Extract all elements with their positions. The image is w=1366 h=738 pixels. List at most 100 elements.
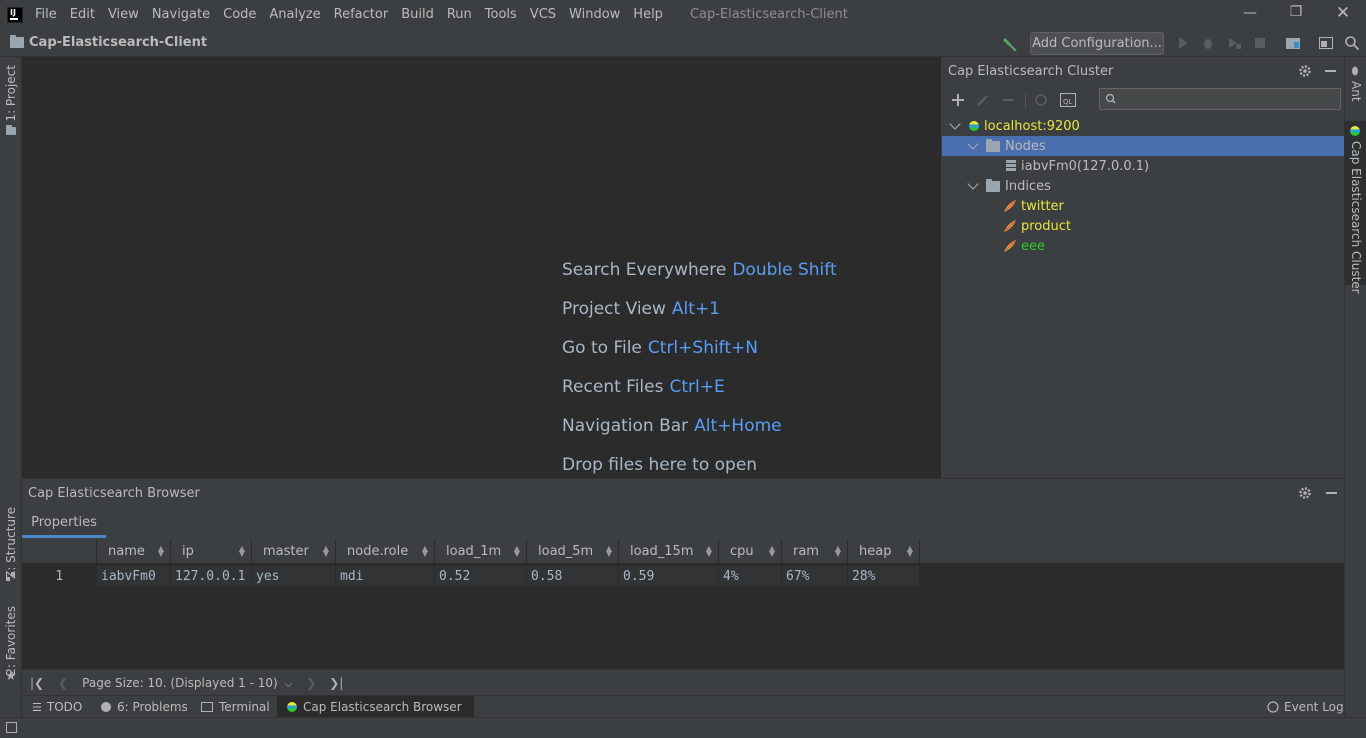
tree-nodes[interactable]: Nodes xyxy=(942,136,1344,156)
column-header-name[interactable]: name ▲ ▼ xyxy=(97,539,171,563)
table-cell[interactable]: yes xyxy=(252,566,336,586)
column-header-node-role[interactable]: node.role ▲ ▼ xyxy=(336,539,435,563)
column-header-heap[interactable]: heap ▲ ▼ xyxy=(848,539,920,563)
add-icon[interactable] xyxy=(951,93,965,107)
page-size-dropdown[interactable]: Page Size: 10. (Displayed 1 - 10) ⌵ xyxy=(82,676,292,690)
tab-cap-cluster-label: Cap Elasticsearch Cluster xyxy=(1349,141,1363,294)
tab-properties[interactable]: Properties xyxy=(22,509,106,538)
column-header-load-15m[interactable]: load_15m ▲ ▼ xyxy=(619,539,719,563)
table-cell[interactable]: 4% xyxy=(719,566,782,586)
column-header-cpu[interactable]: cpu ▲ ▼ xyxy=(719,539,782,563)
table-cell[interactable]: 0.52 xyxy=(435,566,527,586)
build-hammer-icon[interactable] xyxy=(1002,35,1018,51)
table-cell[interactable]: iabvFm0 xyxy=(97,566,171,586)
tab-ant[interactable]: Ant xyxy=(1349,81,1363,102)
editor-empty-area[interactable]: Search Everywhere Double Shift Project Vi… xyxy=(22,57,941,478)
table-cell[interactable]: 0.58 xyxy=(527,566,619,586)
tab-project[interactable]: 1: Project xyxy=(4,65,18,122)
menu-vcs[interactable]: VCS xyxy=(530,7,556,22)
table-cell[interactable]: 0.59 xyxy=(619,566,719,586)
run-icon[interactable] xyxy=(1175,35,1191,51)
remove-icon[interactable] xyxy=(1003,99,1014,101)
menu-file[interactable]: File xyxy=(35,7,57,22)
menu-run[interactable]: Run xyxy=(447,7,472,22)
tree-indices[interactable]: Indices xyxy=(942,176,1344,196)
tool-tab-label: 6: Problems xyxy=(117,700,188,714)
tool-tab-terminal[interactable]: Terminal xyxy=(201,696,270,718)
menu-window[interactable]: Window xyxy=(569,7,620,22)
add-configuration-button[interactable]: Add Configuration... xyxy=(1030,32,1164,55)
hide-panel-icon[interactable] xyxy=(1326,492,1337,494)
tab-cap-cluster[interactable]: Cap Elasticsearch Cluster xyxy=(1345,121,1366,294)
breadcrumb-project[interactable]: Cap-Elasticsearch-Client xyxy=(29,35,207,50)
edit-icon[interactable] xyxy=(976,93,990,107)
query-icon[interactable]: QL xyxy=(1060,93,1076,107)
menu-build[interactable]: Build xyxy=(401,7,434,22)
table-cell[interactable]: 28% xyxy=(848,566,920,586)
tree-host[interactable]: localhost:9200 xyxy=(942,116,1344,136)
column-header-load-5m[interactable]: load_5m ▲ ▼ xyxy=(527,539,619,563)
menu-code[interactable]: Code xyxy=(223,7,256,22)
prev-page-icon[interactable]: ❮ xyxy=(58,676,68,690)
menu-navigate[interactable]: Navigate xyxy=(152,7,210,22)
column-header-ram[interactable]: ram ▲ ▼ xyxy=(782,539,848,563)
menu-refactor[interactable]: Refactor xyxy=(334,7,389,22)
tab-structure-label: Z: Structure xyxy=(4,507,18,579)
star-icon: ★ xyxy=(5,669,17,684)
table-cell[interactable]: 127.0.0.1 xyxy=(171,566,252,586)
first-page-icon[interactable]: |❮ xyxy=(30,676,44,690)
toggle-tool-windows-icon[interactable] xyxy=(6,722,17,733)
tree-node[interactable]: iabvFm0(127.0.0.1) xyxy=(942,156,1344,176)
hide-panel-icon[interactable] xyxy=(1325,70,1336,72)
stop-icon[interactable] xyxy=(1252,35,1268,51)
column-label: ip xyxy=(182,543,194,559)
refresh-icon[interactable] xyxy=(1034,93,1048,107)
tab-favorites[interactable]: 2: Favorites xyxy=(4,606,18,676)
table-cell[interactable]: 67% xyxy=(782,566,848,586)
close-icon[interactable]: ✕ xyxy=(1333,3,1353,23)
menu-view[interactable]: View xyxy=(108,7,139,22)
breadcrumb[interactable]: Cap-Elasticsearch-Client xyxy=(10,35,207,50)
last-page-icon[interactable]: ❯| xyxy=(329,676,343,690)
minimize-icon[interactable]: — xyxy=(1240,5,1260,21)
restore-icon[interactable]: ❐ xyxy=(1286,4,1306,20)
tool-tab-browser[interactable]: Cap Elasticsearch Browser xyxy=(277,696,474,718)
table-cell[interactable]: mdi xyxy=(336,566,435,586)
gear-icon[interactable] xyxy=(1298,64,1312,78)
index-feather-icon xyxy=(1004,240,1016,252)
tree-index-twitter[interactable]: twitter xyxy=(942,196,1344,216)
tree-index-eee[interactable]: eee xyxy=(942,236,1344,256)
chevron-down-icon[interactable] xyxy=(967,138,979,150)
coverage-icon[interactable] xyxy=(1226,35,1242,51)
debug-icon[interactable] xyxy=(1200,35,1216,51)
cluster-search-input[interactable] xyxy=(1099,88,1341,110)
hint-drop-files: Drop files here to open xyxy=(562,455,757,475)
tree-indices-label: Indices xyxy=(1005,178,1051,194)
index-feather-icon xyxy=(1004,200,1016,212)
tool-tab-event-log[interactable]: Event Log xyxy=(1266,696,1344,718)
tool-tab-todo[interactable]: ☰ TODO xyxy=(32,696,82,718)
menu-help[interactable]: Help xyxy=(633,7,663,22)
hint-shortcut: Ctrl+Shift+N xyxy=(647,338,758,358)
right-tool-strip: Ant Cap Elasticsearch Cluster xyxy=(1344,57,1366,717)
project-structure-icon[interactable] xyxy=(1285,35,1301,51)
toggle-presentation-icon[interactable] xyxy=(1318,35,1334,51)
sort-icon: ▲ ▼ xyxy=(906,544,913,558)
svg-text:QL: QL xyxy=(1063,98,1073,106)
chevron-down-icon[interactable] xyxy=(949,118,961,130)
menu-edit[interactable]: Edit xyxy=(70,7,95,22)
column-header-ip[interactable]: ip ▲ ▼ xyxy=(171,539,252,563)
search-icon[interactable] xyxy=(1344,35,1360,51)
tool-tab-problems[interactable]: 6: Problems xyxy=(101,696,188,718)
ant-icon xyxy=(1349,65,1361,81)
menu-analyze[interactable]: Analyze xyxy=(269,7,320,22)
column-header-master[interactable]: master ▲ ▼ xyxy=(252,539,336,563)
next-page-icon[interactable]: ❯ xyxy=(306,676,316,690)
tree-index-product[interactable]: product xyxy=(942,216,1344,236)
tab-structure[interactable]: Z: Structure xyxy=(4,507,18,579)
column-header-load-1m[interactable]: load_1m ▲ ▼ xyxy=(435,539,527,563)
sort-icon: ▲ ▼ xyxy=(834,544,841,558)
gear-icon[interactable] xyxy=(1298,486,1312,500)
chevron-down-icon[interactable] xyxy=(967,178,979,190)
menu-tools[interactable]: Tools xyxy=(485,7,517,22)
